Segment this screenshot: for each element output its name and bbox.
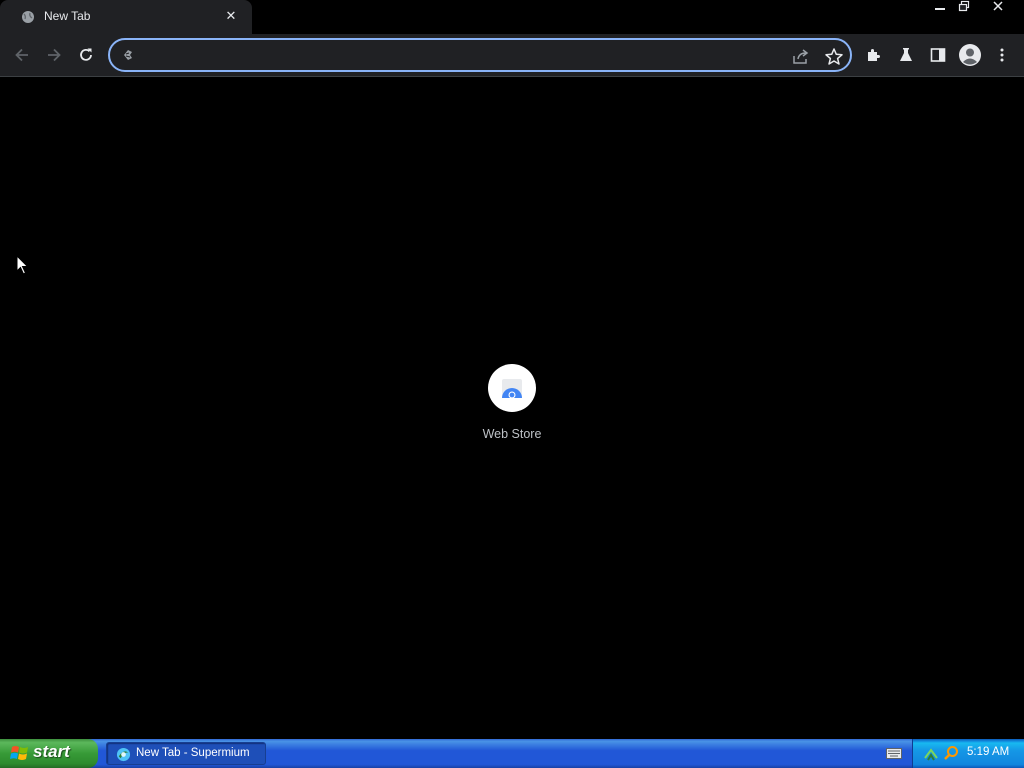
- search-engine-icon: [124, 50, 132, 60]
- close-window-button[interactable]: [978, 0, 1018, 18]
- reload-icon: [80, 48, 92, 61]
- tab-close-icon[interactable]: ✕: [222, 8, 240, 26]
- taskbar-item-label: New Tab - Supermium: [136, 747, 250, 759]
- browser-menu-button[interactable]: [987, 40, 1017, 70]
- taskbar-item-supermium[interactable]: New Tab - Supermium: [106, 742, 266, 765]
- address-input[interactable]: [144, 46, 774, 66]
- minimize-window-button[interactable]: [928, 0, 952, 18]
- address-bar[interactable]: [108, 38, 852, 72]
- network-icon[interactable]: [923, 746, 939, 762]
- star-icon[interactable]: [823, 46, 845, 68]
- flask-icon: [900, 48, 912, 61]
- globe-icon: [22, 11, 34, 23]
- close-icon: [993, 1, 1003, 11]
- restore-window-button[interactable]: [952, 0, 976, 18]
- desktop-screen: New Tab ✕ Web Store start New Tab - Supe…: [0, 0, 1024, 768]
- profile-button[interactable]: [955, 40, 985, 70]
- shortcut-label: Web Store: [482, 427, 542, 441]
- profile-avatar-icon: [959, 44, 981, 66]
- minimize-icon: [935, 8, 945, 10]
- shortcut-icon-circle: [488, 364, 536, 412]
- side-panel-button[interactable]: [923, 40, 953, 70]
- extensions-button[interactable]: [859, 40, 889, 70]
- restore-icon: [958, 0, 970, 12]
- start-button[interactable]: start: [0, 739, 98, 768]
- browser-toolbar: [0, 34, 1024, 77]
- web-store-icon: [502, 379, 522, 399]
- tab-new-tab[interactable]: New Tab ✕: [0, 0, 252, 34]
- share-icon[interactable]: [790, 46, 812, 68]
- forward-button[interactable]: [39, 40, 69, 70]
- mouse-cursor-icon: [16, 255, 29, 275]
- system-tray: 5:19 AM: [912, 739, 1024, 768]
- forward-arrow-icon: [48, 48, 61, 62]
- tab-strip: New Tab ✕: [0, 0, 1024, 34]
- windows-logo-icon: [10, 746, 28, 760]
- side-panel-icon: [930, 48, 946, 62]
- search-icon[interactable]: [943, 745, 959, 761]
- tab-title: New Tab: [44, 9, 91, 23]
- clock: 5:19 AM: [967, 746, 1010, 758]
- new-tab-page: Web Store: [0, 78, 1024, 739]
- puzzle-icon: [868, 49, 880, 61]
- labs-button[interactable]: [891, 40, 921, 70]
- taskbar: start New Tab - Supermium 5:19 AM: [0, 739, 1024, 768]
- kebab-menu-icon: [1000, 48, 1004, 62]
- back-button[interactable]: [7, 40, 37, 70]
- start-label: start: [33, 742, 70, 761]
- supermium-icon: [116, 747, 131, 762]
- keyboard-icon[interactable]: [886, 748, 902, 759]
- reload-button[interactable]: [71, 40, 101, 70]
- back-arrow-icon: [15, 48, 28, 62]
- shortcut-web-store[interactable]: Web Store: [472, 364, 552, 448]
